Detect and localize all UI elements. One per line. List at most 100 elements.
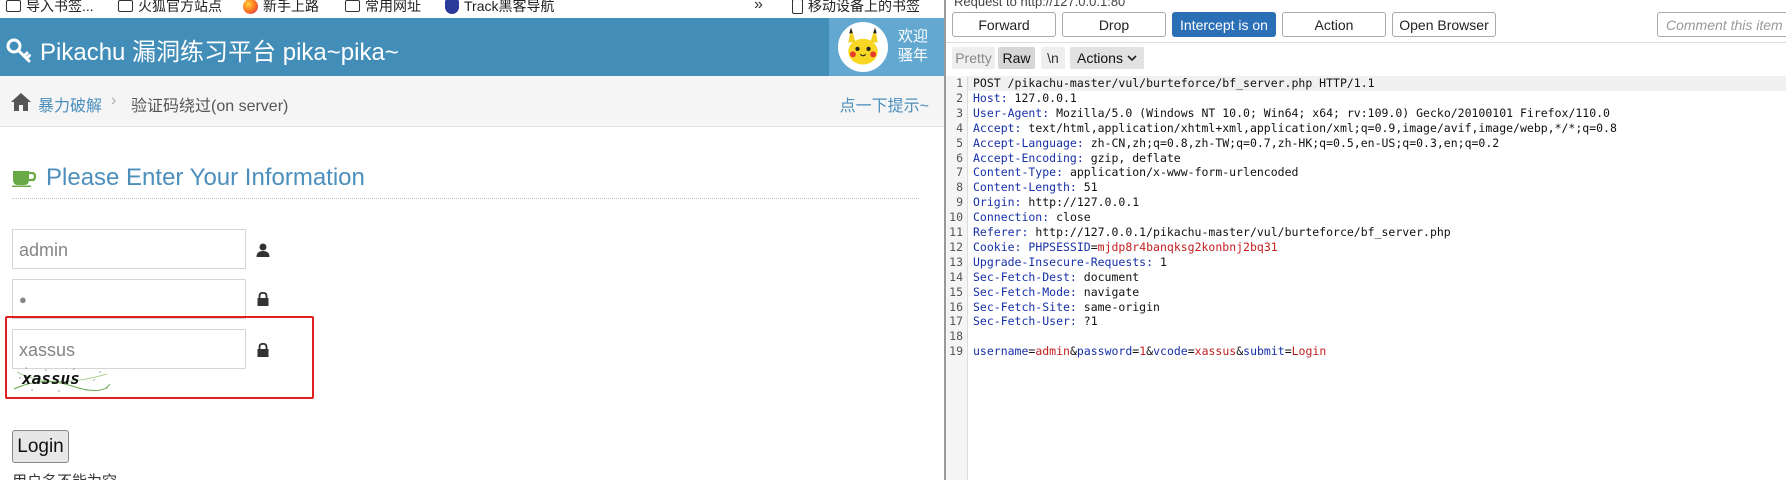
line-number: 16 xyxy=(949,299,963,314)
code-line: username=admin&password=1&vcode=xassus&s… xyxy=(973,344,1326,359)
line-number: 14 xyxy=(949,269,963,284)
code-text: application/x-www-form-urlencoded xyxy=(1063,165,1299,180)
header-name: Sec-Fetch-Dest: xyxy=(973,269,1077,284)
comment-input[interactable]: Comment this item xyxy=(1657,12,1786,37)
header-name: Sec-Fetch-Site: xyxy=(973,299,1077,314)
folder-icon xyxy=(345,0,360,12)
line-number: 10 xyxy=(949,210,963,225)
header-name: vcode xyxy=(1153,344,1188,359)
code-text: Mozilla/5.0 (Windows NT 10.0; Win64; x64… xyxy=(1049,105,1610,120)
burp-intercept-pane: Request to http://127.0.0.1:80 Forward D… xyxy=(946,0,1786,480)
header-name: Accept: xyxy=(973,120,1022,135)
line-number: 18 xyxy=(949,329,963,344)
code-text: & xyxy=(1069,344,1077,359)
tab-raw[interactable]: Raw xyxy=(998,47,1035,69)
header-name: Upgrade-Insecure-Requests: xyxy=(973,254,1154,269)
breadcrumb-section-link[interactable]: 暴力破解 xyxy=(38,92,102,116)
header-name: Origin: xyxy=(973,195,1022,210)
lock-icon xyxy=(257,292,269,306)
forward-button[interactable]: Forward xyxy=(952,12,1056,37)
param-value: Login xyxy=(1291,344,1327,359)
code-line: User-Agent: Mozilla/5.0 (Windows NT 10.0… xyxy=(973,106,1610,121)
header-name: User-Agent: xyxy=(973,105,1050,120)
code-text: text/html,application/xhtml+xml,applicat… xyxy=(1021,120,1617,135)
bookmark-import[interactable]: 导入书签... xyxy=(6,0,94,16)
code-line: Content-Length: 51 xyxy=(973,180,1098,195)
bookmarks-bar: 导入书签... 火狐官方站点 新手上路 常用网址 Track黑客导航 » 移动设… xyxy=(0,0,944,14)
chevron-double-right-icon[interactable]: » xyxy=(754,0,763,14)
bookmark-label: Track黑客导航 xyxy=(464,0,555,14)
app-title: Pikachu 漏洞练习平台 pika~pika~ xyxy=(40,39,399,66)
bookmark-track[interactable]: Track黑客导航 xyxy=(445,0,554,16)
param-value: xassus xyxy=(1194,344,1237,359)
code-text: 51 xyxy=(1076,180,1098,195)
request-editor[interactable]: 1 2 3 4 5 6 7 8 9 10 11 12 13 14 15 16 17 18 19 POST /pika… xyxy=(946,76,1786,480)
tab-pretty[interactable]: Pretty xyxy=(952,47,995,69)
line-number: 6 xyxy=(956,150,963,165)
header-name: Content-Type: xyxy=(973,165,1064,180)
code-text: zh-CN,zh;q=0.8,zh-TW;q=0.7,zh-HK;q=0.5,e… xyxy=(1083,135,1500,150)
code-line: Accept: text/html,application/xhtml+xml,… xyxy=(973,121,1617,136)
welcome-line-1: 欢迎 xyxy=(898,28,929,45)
bookmark-label: 常用网址 xyxy=(365,0,421,14)
line-number: 15 xyxy=(949,284,963,299)
code-line: Sec-Fetch-Dest: document xyxy=(973,270,1139,285)
line-number: 9 xyxy=(956,195,963,210)
code-text: 127.0.0.1 xyxy=(1007,90,1077,105)
actions-label: Actions xyxy=(1077,50,1123,66)
header-name: Accept-Language: xyxy=(973,135,1084,150)
code-text: gzip, deflate xyxy=(1083,150,1181,165)
welcome-text: 欢迎 骚年 xyxy=(898,27,928,65)
app-logo[interactable]: Pikachu 漏洞练习平台 pika~pika~ xyxy=(6,32,399,67)
bookmark-getting-started[interactable]: 新手上路 xyxy=(243,0,319,16)
captcha-image[interactable]: xassus xyxy=(12,364,112,394)
tab-show-newlines[interactable]: \n xyxy=(1041,47,1065,69)
line-number: 19 xyxy=(949,344,963,359)
code-text: same-origin xyxy=(1076,299,1160,314)
form-title-text: Please Enter Your Information xyxy=(46,164,365,191)
code-line: Content-Type: application/x-www-form-url… xyxy=(973,165,1298,180)
bookmark-firefox-official[interactable]: 火狐官方站点 xyxy=(118,0,222,16)
open-browser-button[interactable]: Open Browser xyxy=(1392,12,1496,37)
line-number: 2 xyxy=(956,90,963,105)
code-line: Origin: http://127.0.0.1 xyxy=(973,195,1139,210)
device-icon xyxy=(792,0,803,14)
breadcrumb-current-page: 验证码绕过(on server) xyxy=(131,98,289,115)
line-number: 12 xyxy=(949,239,963,254)
header-name: PHPSESSID xyxy=(1021,239,1091,254)
line-number: 4 xyxy=(956,120,963,135)
error-message: 用户名不能为空 xyxy=(12,470,117,480)
login-button[interactable]: Login xyxy=(12,430,69,463)
line-number-gutter: 1 2 3 4 5 6 7 8 9 10 11 12 13 14 15 16 17 18 19 xyxy=(946,76,968,480)
code-text: 1 xyxy=(1153,254,1167,269)
firefox-icon xyxy=(243,0,258,14)
home-icon[interactable] xyxy=(10,92,32,112)
line-number: 1 xyxy=(956,76,963,90)
header-name: submit xyxy=(1243,344,1285,359)
password-input[interactable]: ● xyxy=(12,279,246,319)
hint-link[interactable]: 点一下提示~ xyxy=(840,92,929,116)
user-menu[interactable]: 欢迎 骚年 xyxy=(829,18,944,76)
toolbar-divider xyxy=(946,42,1786,43)
header-name: Sec-Fetch-User: xyxy=(973,314,1077,329)
bookmark-common-sites[interactable]: 常用网址 xyxy=(345,0,421,16)
line-number: 11 xyxy=(949,225,963,239)
vcode-input[interactable]: xassus xyxy=(12,329,246,369)
drop-button[interactable]: Drop xyxy=(1062,12,1166,37)
code-text: close xyxy=(1049,210,1091,225)
line-number: 17 xyxy=(949,314,963,329)
intercept-toggle-button[interactable]: Intercept is on xyxy=(1172,12,1276,37)
code-line: Referer: http://127.0.0.1/pikachu-master… xyxy=(973,225,1451,240)
bookmark-mobile[interactable]: 移动设备上的书签 xyxy=(792,0,920,16)
code-text: document xyxy=(1076,269,1140,284)
header-name: username xyxy=(973,344,1029,359)
param-value: mjdp8r4banqksg2konbnj2bq31 xyxy=(1097,239,1278,254)
code-line: POST /pikachu-master/vul/burteforce/bf_s… xyxy=(973,76,1375,91)
pikachu-avatar-icon xyxy=(848,27,878,65)
action-button[interactable]: Action xyxy=(1282,12,1386,37)
actions-dropdown[interactable]: Actions xyxy=(1070,47,1144,69)
app-header: Pikachu 漏洞练习平台 pika~pika~ 欢迎 骚年 xyxy=(0,18,944,76)
line-number: 8 xyxy=(956,180,963,195)
key-icon xyxy=(6,38,31,62)
username-input[interactable]: admin xyxy=(12,229,246,269)
